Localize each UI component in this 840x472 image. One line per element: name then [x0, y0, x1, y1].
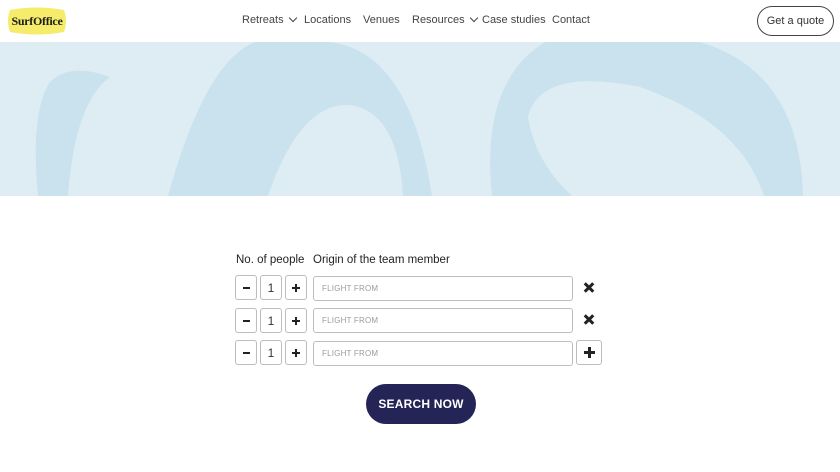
flight-from-input[interactable] — [313, 276, 573, 301]
plus-icon — [292, 283, 300, 292]
hero-wave-shapes — [35, 42, 803, 196]
people-count[interactable]: 1 — [260, 275, 282, 300]
increase-people-button[interactable] — [285, 308, 307, 333]
decrease-people-button[interactable] — [235, 275, 257, 300]
plus-icon — [583, 347, 595, 358]
increase-people-button[interactable] — [285, 275, 307, 300]
search-now-label: SEARCH NOW — [378, 397, 464, 411]
nav-contact-label: Contact — [552, 14, 590, 26]
nav-case-studies[interactable]: Case studies — [482, 14, 546, 26]
origin-label: Origin of the team member — [313, 254, 450, 266]
add-row-button[interactable] — [576, 340, 602, 365]
remove-row-button[interactable] — [580, 311, 598, 329]
minus-icon — [243, 320, 250, 322]
minus-icon — [243, 287, 250, 289]
increase-people-button[interactable] — [285, 340, 307, 365]
people-count[interactable]: 1 — [260, 340, 282, 365]
minus-icon — [243, 352, 250, 354]
plus-icon — [292, 348, 300, 357]
nav-contact[interactable]: Contact — [552, 14, 590, 26]
chevron-down-icon — [288, 13, 297, 23]
search-now-button[interactable]: SEARCH NOW — [366, 384, 476, 424]
nav-resources-label: Resources — [412, 14, 465, 26]
nav-case-studies-label: Case studies — [482, 14, 546, 26]
remove-row-button[interactable] — [580, 279, 598, 297]
flight-from-input[interactable] — [313, 308, 573, 333]
get-a-quote-button[interactable]: Get a quote — [757, 6, 834, 36]
people-count[interactable]: 1 — [260, 308, 282, 333]
nav-locations-label: Locations — [304, 14, 352, 26]
nav-resources[interactable]: Resources — [412, 13, 478, 26]
nav-venues[interactable]: Venues — [363, 14, 400, 26]
nav-locations[interactable]: Locations — [304, 14, 351, 26]
site-header: SurfOffice Retreats Locations Venues Res… — [0, 0, 840, 42]
get-a-quote-label: Get a quote — [766, 15, 825, 27]
decrease-people-button[interactable] — [235, 308, 257, 333]
nav-retreats[interactable]: Retreats — [242, 13, 297, 26]
decrease-people-button[interactable] — [235, 340, 257, 365]
hero-banner — [0, 42, 840, 196]
nav-retreats-label: Retreats — [242, 14, 284, 26]
plus-icon — [292, 316, 300, 325]
main-nav: Retreats Locations Venues Resources Case… — [0, 13, 840, 30]
flight-from-input[interactable] — [313, 341, 573, 366]
people-count-label: No. of people — [236, 254, 305, 266]
nav-venues-label: Venues — [363, 14, 400, 26]
chevron-down-icon — [469, 13, 478, 23]
